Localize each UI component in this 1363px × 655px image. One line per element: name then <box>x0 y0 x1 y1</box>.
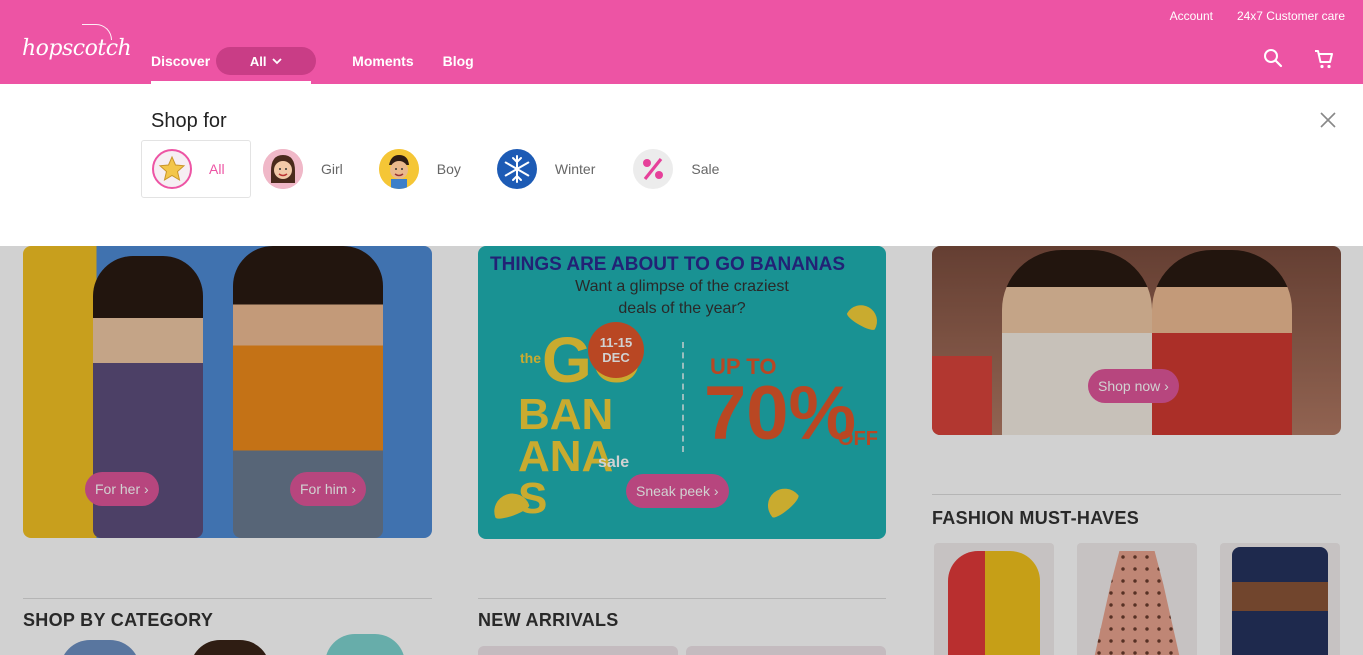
nav-moments[interactable]: Moments <box>352 53 413 69</box>
shop-for-options: All Girl Boy Winter Sale <box>141 140 729 198</box>
hopscotch-logo[interactable]: hopscotch <box>22 24 132 61</box>
shop-for-title: Shop for <box>151 110 227 132</box>
shop-for-all[interactable]: All <box>141 140 251 198</box>
shop-for-winter[interactable]: Winter <box>487 140 605 198</box>
utility-links: Account 24x7 Customer care <box>1170 9 1345 23</box>
percent-icon <box>633 149 674 189</box>
shop-for-winter-label: Winter <box>554 161 596 177</box>
cart-icon[interactable] <box>1313 48 1335 70</box>
shop-for-sale-label: Sale <box>691 161 720 177</box>
shop-for-all-label: All <box>209 161 225 177</box>
close-icon[interactable] <box>1319 111 1337 129</box>
dim-overlay[interactable] <box>0 246 1363 655</box>
logo-curl <box>82 24 112 40</box>
shop-for-girl[interactable]: Girl <box>253 140 353 198</box>
star-icon <box>152 149 192 189</box>
nav-discover[interactable]: Discover <box>151 53 210 69</box>
chevron-down-icon <box>272 58 283 65</box>
girl-avatar <box>263 149 303 189</box>
shop-for-sale[interactable]: Sale <box>623 140 729 198</box>
shop-for-panel: Shop for All Girl Boy Winter Sale <box>0 84 1363 246</box>
nav-blog[interactable]: Blog <box>443 53 474 69</box>
top-header: Account 24x7 Customer care hopscotch Dis… <box>0 0 1363 84</box>
snowflake-icon <box>496 149 537 189</box>
shop-for-boy-label: Boy <box>436 161 461 177</box>
search-icon[interactable] <box>1263 48 1285 70</box>
customer-care-link[interactable]: 24x7 Customer care <box>1237 9 1345 23</box>
header-icons <box>1263 48 1335 70</box>
logo-text: hopscotch <box>22 36 132 61</box>
audience-dropdown-label: All <box>249 53 267 69</box>
main-nav: Discover All Moments Blog <box>151 47 474 75</box>
audience-dropdown[interactable]: All <box>216 47 317 75</box>
boy-avatar <box>378 149 419 189</box>
account-link[interactable]: Account <box>1170 9 1213 23</box>
shop-for-girl-label: Girl <box>321 161 343 177</box>
shop-for-boy[interactable]: Boy <box>369 140 471 198</box>
